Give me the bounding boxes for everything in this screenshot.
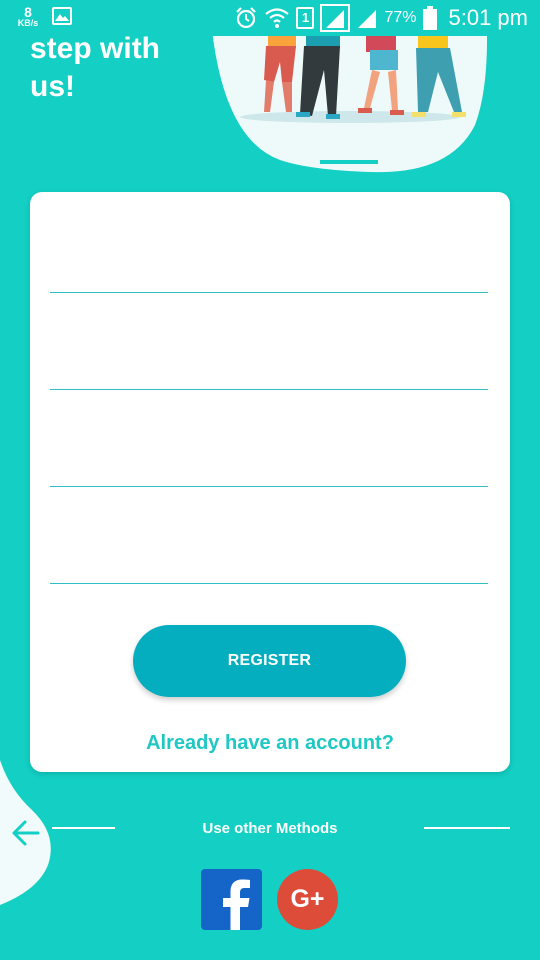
clock: 5:01 pm — [448, 5, 529, 30]
signal-icon — [320, 4, 351, 32]
sim-icon: 1 — [296, 7, 315, 29]
alarm-icon — [236, 7, 257, 29]
page-title: step with us! — [30, 30, 160, 106]
network-speed: 8 KB/s — [14, 5, 42, 28]
battery-icon — [422, 6, 437, 30]
register-card: REGISTER Already have an account? — [30, 192, 510, 772]
network-speed-unit: KB/s — [17, 18, 39, 28]
register-field-3[interactable] — [50, 436, 488, 487]
status-bar: 8 KB/s 1 77% 5:01 pm — [0, 0, 540, 36]
network-speed-value: 8 — [24, 4, 32, 20]
register-field-1[interactable] — [50, 242, 488, 293]
signal-icon-2 — [358, 10, 377, 28]
page-title-line2: us! — [30, 70, 75, 103]
wifi-icon — [265, 8, 290, 28]
other-methods-label: Use other Methods — [202, 820, 338, 837]
register-button[interactable]: REGISTER — [133, 625, 406, 697]
login-link[interactable]: Already have an account? — [30, 732, 510, 755]
facebook-icon[interactable] — [201, 869, 262, 930]
register-field-4[interactable] — [50, 533, 488, 584]
page-title-line1: step with — [30, 32, 161, 65]
battery-percent: 77% — [384, 9, 417, 26]
google-plus-icon[interactable]: G+ — [277, 869, 338, 930]
register-field-2[interactable] — [50, 339, 488, 390]
gallery-icon — [52, 7, 72, 25]
